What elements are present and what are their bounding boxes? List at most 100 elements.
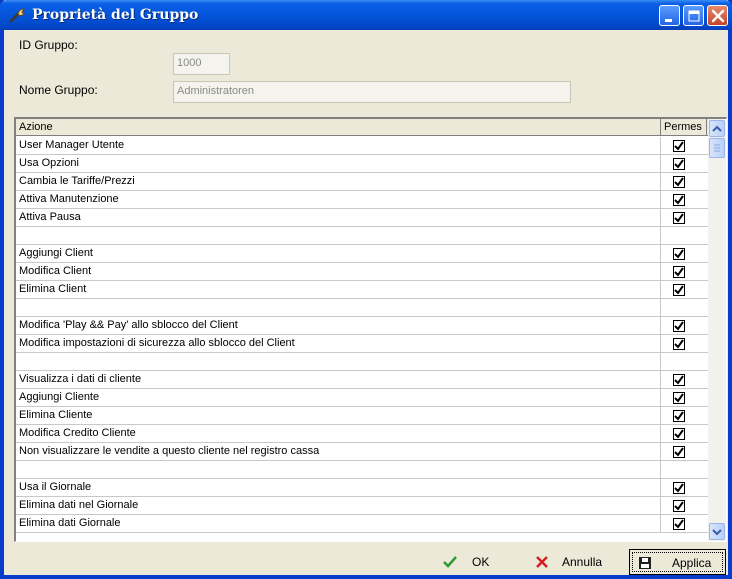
group-properties-window: Proprietà del Gruppo ID Gruppo: 1000 Nom… xyxy=(0,0,732,579)
checkmark-icon xyxy=(674,195,684,205)
permission-checkbox[interactable] xyxy=(673,212,685,224)
table-row[interactable]: Elimina Client xyxy=(16,281,708,299)
action-cell: Usa Opzioni xyxy=(16,155,661,173)
permission-cell xyxy=(661,497,707,515)
permission-cell xyxy=(661,209,707,227)
permissions-grid[interactable]: Azione Permes User Manager Utente Usa Opz… xyxy=(14,117,727,542)
permission-checkbox[interactable] xyxy=(673,482,685,494)
group-name-field[interactable]: Administratoren xyxy=(173,81,571,103)
floppy-disk-icon xyxy=(638,556,652,573)
ok-label: OK xyxy=(472,555,490,569)
checkmark-icon xyxy=(674,429,684,439)
action-cell xyxy=(16,299,661,317)
permission-cell xyxy=(661,155,707,173)
table-row[interactable]: Elimina Cliente xyxy=(16,407,708,425)
permission-cell xyxy=(661,371,707,389)
table-row[interactable]: Non visualizzare le vendite a questo cli… xyxy=(16,443,708,461)
checkmark-icon xyxy=(674,375,684,385)
action-cell: Elimina dati Giornale xyxy=(16,515,661,533)
permission-checkbox[interactable] xyxy=(673,392,685,404)
permission-checkbox[interactable] xyxy=(673,374,685,386)
title-bar[interactable]: Proprietà del Gruppo xyxy=(0,0,732,30)
action-cell: Aggiungi Client xyxy=(16,245,661,263)
table-row[interactable] xyxy=(16,227,708,245)
table-row[interactable]: Cambia le Tariffe/Prezzi xyxy=(16,173,708,191)
maximize-button[interactable] xyxy=(683,5,704,26)
permission-checkbox[interactable] xyxy=(673,266,685,278)
checkmark-icon xyxy=(674,285,684,295)
permission-checkbox[interactable] xyxy=(673,176,685,188)
permission-checkbox[interactable] xyxy=(673,338,685,350)
action-cell: Modifica Credito Cliente xyxy=(16,425,661,443)
table-row[interactable]: User Manager Utente xyxy=(16,137,708,155)
table-row[interactable]: Visualizza i dati di cliente xyxy=(16,371,708,389)
scroll-up-button[interactable] xyxy=(709,120,725,137)
permission-checkbox[interactable] xyxy=(673,158,685,170)
apply-label: Applica xyxy=(672,556,712,570)
action-cell: Modifica impostazioni di sicurezza allo … xyxy=(16,335,661,353)
checkmark-icon xyxy=(674,159,684,169)
permission-checkbox[interactable] xyxy=(673,284,685,296)
action-cell: Visualizza i dati di cliente xyxy=(16,371,661,389)
action-cell: Non visualizzare le vendite a questo cli… xyxy=(16,443,661,461)
table-row[interactable] xyxy=(16,461,708,479)
permission-cell xyxy=(661,299,707,317)
checkmark-icon xyxy=(674,321,684,331)
table-row[interactable]: Modifica Credito Cliente xyxy=(16,425,708,443)
table-row[interactable]: Elimina dati nel Giornale xyxy=(16,497,708,515)
apply-button[interactable]: Applica xyxy=(629,549,726,575)
checkmark-icon xyxy=(674,177,684,187)
table-row[interactable]: Aggiungi Client xyxy=(16,245,708,263)
permission-checkbox[interactable] xyxy=(673,446,685,458)
group-id-field[interactable]: 1000 xyxy=(173,53,230,75)
permission-checkbox[interactable] xyxy=(673,518,685,530)
scroll-thumb[interactable] xyxy=(709,138,725,158)
chevron-up-icon xyxy=(712,125,722,132)
permission-cell xyxy=(661,389,707,407)
permission-checkbox[interactable] xyxy=(673,140,685,152)
ok-button[interactable]: OK xyxy=(434,549,524,575)
checkmark-icon xyxy=(674,411,684,421)
permission-cell xyxy=(661,443,707,461)
table-row[interactable]: Elimina dati Giornale xyxy=(16,515,708,533)
table-row[interactable]: Modifica 'Play && Pay' allo sblocco del … xyxy=(16,317,708,335)
group-id-label: ID Gruppo: xyxy=(19,38,78,52)
minimize-button[interactable] xyxy=(659,5,680,26)
close-button[interactable] xyxy=(707,5,728,26)
action-cell: Cambia le Tariffe/Prezzi xyxy=(16,173,661,191)
column-header-permission[interactable]: Permes xyxy=(661,119,707,136)
permission-checkbox[interactable] xyxy=(673,194,685,206)
checkmark-icon xyxy=(674,213,684,223)
action-cell: User Manager Utente xyxy=(16,137,661,155)
permission-cell xyxy=(661,263,707,281)
table-row[interactable]: Attiva Manutenzione xyxy=(16,191,708,209)
table-row[interactable]: Usa Opzioni xyxy=(16,155,708,173)
table-row[interactable] xyxy=(16,353,708,371)
maximize-icon xyxy=(688,10,700,22)
action-cell xyxy=(16,461,661,479)
cancel-label: Annulla xyxy=(562,555,603,569)
permission-checkbox[interactable] xyxy=(673,248,685,260)
table-row[interactable]: Modifica Client xyxy=(16,263,708,281)
permission-checkbox[interactable] xyxy=(673,320,685,332)
checkmark-icon xyxy=(674,483,684,493)
permission-checkbox[interactable] xyxy=(673,410,685,422)
vertical-scrollbar[interactable] xyxy=(708,119,726,541)
checkmark-icon xyxy=(674,393,684,403)
table-row[interactable] xyxy=(16,299,708,317)
cancel-button[interactable]: Annulla xyxy=(527,549,619,575)
table-row[interactable]: Attiva Pausa xyxy=(16,209,708,227)
window-title: Proprietà del Gruppo xyxy=(32,7,199,23)
chevron-down-icon xyxy=(712,529,722,536)
table-row[interactable]: Modifica impostazioni di sicurezza allo … xyxy=(16,335,708,353)
permission-checkbox[interactable] xyxy=(673,500,685,512)
permission-cell xyxy=(661,227,707,245)
permission-checkbox[interactable] xyxy=(673,428,685,440)
column-header-action[interactable]: Azione xyxy=(16,119,661,136)
action-cell: Attiva Pausa xyxy=(16,209,661,227)
scroll-down-button[interactable] xyxy=(709,523,725,540)
permission-cell xyxy=(661,245,707,263)
permission-cell xyxy=(661,173,707,191)
table-row[interactable]: Usa il Giornale xyxy=(16,479,708,497)
table-row[interactable]: Aggiungi Cliente xyxy=(16,389,708,407)
